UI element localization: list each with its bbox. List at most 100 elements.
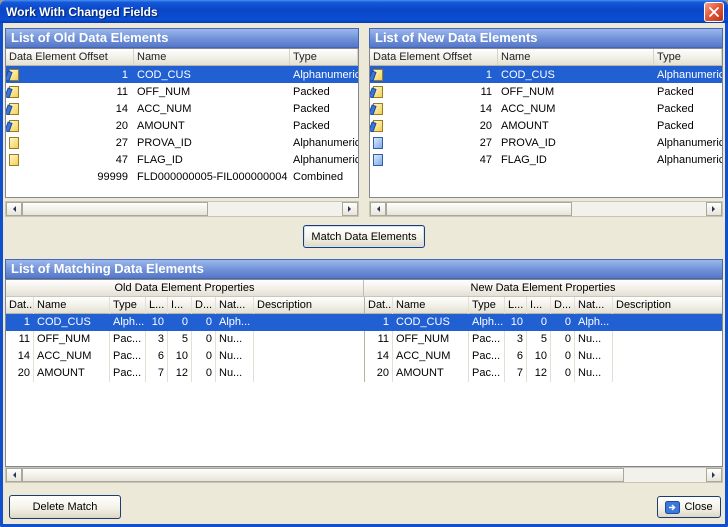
table-row[interactable]: 20 AMOUNT Packed — [370, 117, 722, 134]
col-header-l[interactable]: L... — [505, 297, 527, 314]
title-bar: Work With Changed Fields — [0, 0, 728, 23]
new-table-rows: 1 COD_CUS Alphanumeric 11 OFF_NUM Packed — [370, 66, 722, 168]
table-row[interactable]: 11 OFF_NUM Packed — [370, 83, 722, 100]
table-row[interactable]: 27 PROVA_ID Alphanumeric — [370, 134, 722, 151]
new-table-hscrollbar[interactable] — [369, 201, 723, 217]
cell-i: 12 — [527, 365, 551, 382]
table-row[interactable]: 14 ACC_NUM Packed — [370, 100, 722, 117]
cell-type: Pac... — [110, 348, 146, 365]
table-row[interactable]: 1 COD_CUS Alphanumeric — [370, 66, 722, 83]
column-header-offset[interactable]: Data Element Offset — [6, 49, 134, 65]
table-row[interactable]: 27 PROVA_ID Alphanumeric — [6, 134, 358, 151]
match-data-elements-button[interactable]: Match Data Elements — [303, 225, 425, 248]
offset-value: 11 — [19, 86, 134, 98]
old-properties-half: 20 AMOUNT Pac... 7 12 0 Nu... — [6, 365, 364, 382]
scroll-left-icon[interactable] — [370, 202, 386, 216]
scroll-right-icon[interactable] — [342, 202, 358, 216]
cell-i: 5 — [168, 331, 192, 348]
table-row[interactable]: 47 FLAG_ID Alphanumeric — [370, 151, 722, 168]
cell-description — [254, 331, 364, 348]
scroll-track[interactable] — [22, 468, 706, 482]
old-table-hscrollbar[interactable] — [5, 201, 359, 217]
cell-l: 3 — [146, 331, 168, 348]
matching-elements-panel-header: List of Matching Data Elements — [5, 259, 723, 279]
col-header-d[interactable]: D... — [192, 297, 216, 314]
cell-type: Pac... — [469, 365, 505, 382]
col-header-dat[interactable]: Dat... — [6, 297, 34, 314]
cell-offset: 11 — [6, 331, 34, 348]
delete-match-button[interactable]: Delete Match — [9, 495, 121, 519]
field-yellow-icon — [9, 137, 19, 149]
field-yellow-edit-icon — [373, 120, 383, 132]
new-columns-half: Dat... Name Type L... I... D... Nat... D… — [364, 297, 722, 313]
cell-description — [613, 365, 722, 382]
cell-i: 12 — [168, 365, 192, 382]
column-header-offset[interactable]: Data Element Offset — [370, 49, 498, 65]
col-header-type[interactable]: Type — [110, 297, 146, 314]
col-header-type[interactable]: Type — [469, 297, 505, 314]
new-table-header-row: Data Element Offset Name Type — [370, 49, 722, 66]
column-header-type[interactable]: Type — [290, 49, 358, 65]
table-row[interactable]: 1 COD_CUS Alphanumeric — [6, 66, 358, 83]
col-header-l[interactable]: L... — [146, 297, 168, 314]
new-properties-half: 14 ACC_NUM Pac... 6 10 0 Nu... — [364, 348, 722, 365]
cell-name: COD_CUS — [34, 314, 110, 331]
table-row[interactable]: 47 FLAG_ID Alphanumeric — [6, 151, 358, 168]
scroll-thumb[interactable] — [386, 202, 572, 216]
close-exit-icon — [665, 501, 680, 514]
col-header-name[interactable]: Name — [393, 297, 469, 314]
col-header-description[interactable]: Description — [613, 297, 722, 314]
col-header-description[interactable]: Description — [254, 297, 364, 314]
matching-table-hscrollbar[interactable] — [5, 467, 723, 483]
column-header-name[interactable]: Name — [134, 49, 290, 65]
col-header-i[interactable]: I... — [527, 297, 551, 314]
table-row[interactable]: 20 AMOUNT Packed — [6, 117, 358, 134]
col-header-i[interactable]: I... — [168, 297, 192, 314]
scroll-right-icon[interactable] — [706, 202, 722, 216]
offset-cell: 99999 — [6, 171, 134, 183]
col-header-d[interactable]: D... — [551, 297, 575, 314]
new-elements-panel-header: List of New Data Elements — [369, 28, 723, 48]
scroll-track[interactable] — [386, 202, 706, 216]
col-header-nat[interactable]: Nat... — [216, 297, 254, 314]
cell-d: 0 — [192, 331, 216, 348]
column-header-type[interactable]: Type — [654, 49, 722, 65]
column-header-name[interactable]: Name — [498, 49, 654, 65]
close-icon[interactable] — [704, 2, 724, 22]
matching-row[interactable]: 1 COD_CUS Alph... 10 0 0 Alph... 1 COD_C… — [6, 314, 722, 331]
name-cell: OFF_NUM — [498, 86, 654, 98]
cell-type: Pac... — [469, 331, 505, 348]
table-row[interactable]: 14 ACC_NUM Packed — [6, 100, 358, 117]
matching-row[interactable]: 11 OFF_NUM Pac... 3 5 0 Nu... 11 OFF_NUM — [6, 331, 722, 348]
scroll-thumb[interactable] — [22, 202, 208, 216]
cell-l: 6 — [146, 348, 168, 365]
scroll-left-icon[interactable] — [6, 468, 22, 482]
new-properties-half: 20 AMOUNT Pac... 7 12 0 Nu... — [364, 365, 722, 382]
offset-value: 20 — [19, 120, 134, 132]
scroll-thumb[interactable] — [22, 468, 624, 482]
type-cell: Alphanumeric — [290, 69, 358, 81]
offset-cell: 1 — [370, 69, 498, 81]
close-button[interactable]: Close — [657, 496, 721, 518]
type-cell: Packed — [654, 103, 722, 115]
cell-offset: 20 — [6, 365, 34, 382]
cell-type: Pac... — [110, 331, 146, 348]
offset-cell: 11 — [370, 86, 498, 98]
col-header-name[interactable]: Name — [34, 297, 110, 314]
table-row[interactable]: 11 OFF_NUM Packed — [6, 83, 358, 100]
matching-row[interactable]: 14 ACC_NUM Pac... 6 10 0 Nu... 14 ACC_NU… — [6, 348, 722, 365]
table-row[interactable]: 99999 FLD000000005-FIL000000004 Combined — [6, 168, 358, 185]
matching-row[interactable]: 20 AMOUNT Pac... 7 12 0 Nu... 20 AMOUNT — [6, 365, 722, 382]
new-properties-half: 11 OFF_NUM Pac... 3 5 0 Nu... — [364, 331, 722, 348]
cell-description — [254, 314, 364, 331]
offset-cell: 27 — [370, 137, 498, 149]
cell-description — [613, 348, 722, 365]
scroll-left-icon[interactable] — [6, 202, 22, 216]
col-header-dat[interactable]: Dat... — [365, 297, 393, 314]
col-header-nat[interactable]: Nat... — [575, 297, 613, 314]
cell-offset: 1 — [6, 314, 34, 331]
scroll-right-icon[interactable] — [706, 468, 722, 482]
field-yellow-edit-icon — [373, 69, 383, 81]
scroll-track[interactable] — [22, 202, 342, 216]
cell-nat: Nu... — [575, 331, 613, 348]
